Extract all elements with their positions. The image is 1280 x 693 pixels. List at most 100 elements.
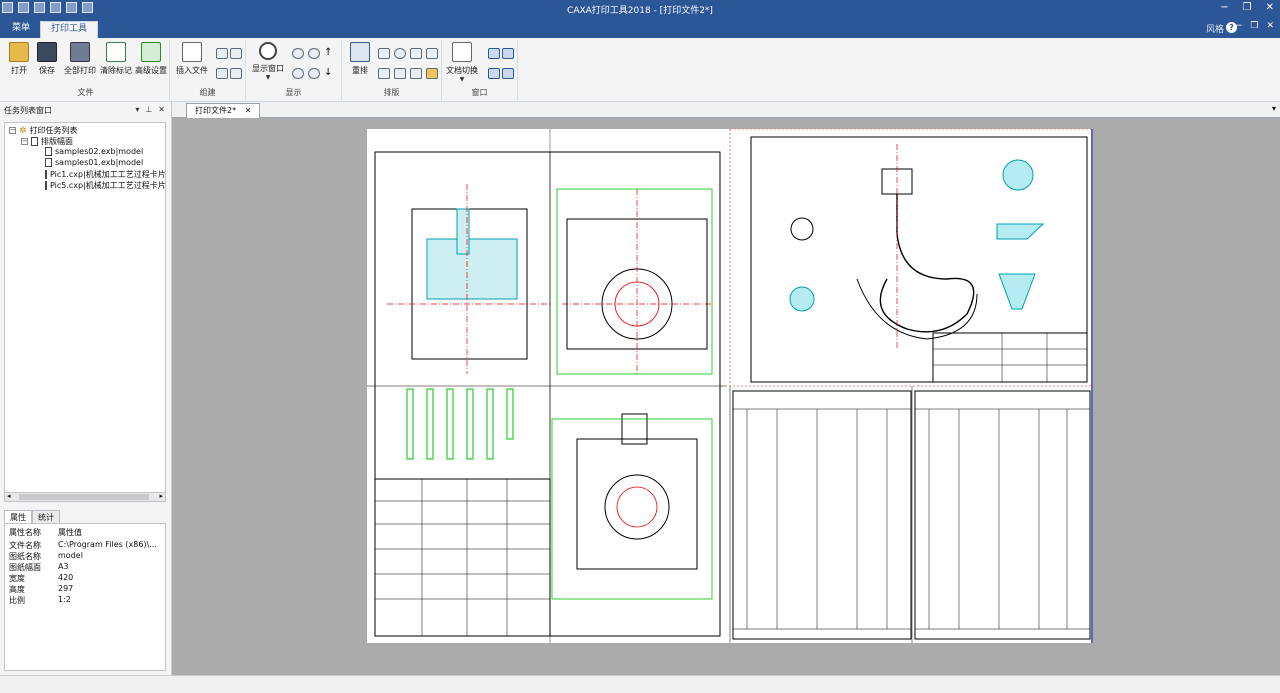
- cascade-icon[interactable]: [488, 48, 500, 59]
- print-sheet[interactable]: [367, 128, 1093, 643]
- ribbon: 打开 保存 全部打印 清除标记 高级设置 文件 插入文件 组建 显示窗口 ▼ ↑…: [0, 38, 1280, 102]
- pan-icon[interactable]: [292, 48, 304, 59]
- tree-item[interactable]: samples01.exb|model: [45, 158, 143, 167]
- task-list-icon: ✲: [19, 125, 27, 136]
- minimize-button[interactable]: −: [1220, 2, 1228, 13]
- advanced-settings-button[interactable]: 高级设置: [132, 42, 170, 76]
- property-row[interactable]: 图纸名称 model: [5, 551, 165, 562]
- tree-layout-node[interactable]: − 排版幅面: [21, 136, 73, 147]
- property-row[interactable]: 宽度 420: [5, 573, 165, 584]
- property-row[interactable]: 图纸幅面 A3: [5, 562, 165, 573]
- group-display: 显示窗口 ▼ ↑ ↓ 显示: [246, 40, 342, 100]
- tile-vertical-icon[interactable]: [502, 68, 514, 79]
- file-icon: [45, 170, 47, 179]
- copy-icon[interactable]: [216, 48, 228, 59]
- window-controls: − ❐ ✕: [1220, 2, 1274, 13]
- rotate-icon[interactable]: [216, 68, 228, 79]
- layout-doc-icon: [31, 137, 38, 146]
- collapse-icon[interactable]: −: [21, 138, 28, 145]
- chevron-down-icon: ▼: [459, 76, 465, 83]
- doc-restore-button[interactable]: ❐: [1250, 21, 1258, 31]
- panel-tabs: 属性 统计: [4, 510, 60, 524]
- tab-close-icon[interactable]: ✕: [245, 106, 252, 115]
- move-icon[interactable]: [378, 48, 390, 59]
- window-title: CAXA打印工具2018 - [打印文件2*]: [567, 6, 713, 16]
- panel-menu-icon[interactable]: ▾: [135, 105, 139, 114]
- display-window-button[interactable]: 显示窗口 ▼: [250, 42, 286, 81]
- scroll-thumb[interactable]: [19, 494, 149, 500]
- property-row[interactable]: 文件名称 C:\Program Files (x86)\...: [5, 540, 165, 551]
- flip-icon[interactable]: [410, 48, 422, 59]
- tab-properties[interactable]: 属性: [4, 510, 32, 524]
- group-title-display: 显示: [285, 88, 302, 97]
- link-icon[interactable]: [426, 48, 438, 59]
- document-window-controls: − ❐ ✕: [1235, 21, 1274, 31]
- color-icon[interactable]: [426, 68, 438, 79]
- settings-check-icon: [141, 42, 161, 62]
- stack-icon[interactable]: [378, 68, 390, 79]
- task-list-panel: 任务列表窗口 ▾ ⊥ ✕ − ✲ 打印任务列表 − 排版幅面 samples02…: [0, 102, 172, 675]
- panel-close-icon[interactable]: ✕: [158, 105, 165, 114]
- hook-drawing: [729, 128, 1093, 387]
- tree-item[interactable]: Pic5.cxp|机械加工工艺过程卡片: [45, 180, 165, 191]
- document-tab-bar: 打印文件2* ✕ ▾: [172, 102, 1280, 118]
- close-button[interactable]: ✕: [1266, 2, 1274, 13]
- group-title-arrange: 排版: [383, 88, 400, 97]
- arrow-up-icon[interactable]: ↑: [324, 48, 336, 59]
- chevron-down-icon: ▼: [265, 74, 271, 81]
- insert-file-button[interactable]: 插入文件: [174, 42, 210, 76]
- rotate-page-icon[interactable]: [394, 48, 406, 59]
- scroll-right-icon[interactable]: ▸: [159, 492, 163, 500]
- rearrange-button[interactable]: 重排: [346, 42, 374, 76]
- tab-menu[interactable]: 菜单: [2, 21, 40, 38]
- title-bar: CAXA打印工具2018 - [打印文件2*] − ❐ ✕: [0, 0, 1280, 18]
- restore-button[interactable]: ❐: [1243, 2, 1252, 13]
- file-icon: [45, 181, 47, 190]
- group-build: 插入文件 组建: [170, 40, 246, 100]
- doc-close-button[interactable]: ✕: [1266, 21, 1274, 31]
- tree-hscrollbar[interactable]: ◂ ▸: [4, 492, 166, 502]
- zoom-out-icon[interactable]: [308, 68, 320, 79]
- doc-switch-button[interactable]: 文档切换 ▼: [444, 42, 480, 83]
- page-icon[interactable]: [410, 68, 422, 79]
- insert-file-icon: [182, 42, 202, 62]
- status-bar: [0, 675, 1280, 693]
- task-tree: − ✲ 打印任务列表 − 排版幅面 samples02.exb|model sa…: [4, 122, 166, 494]
- rearrange-icon: [350, 42, 370, 62]
- layout-icon[interactable]: [394, 68, 406, 79]
- zoom-window-icon[interactable]: [292, 68, 304, 79]
- tab-statistics[interactable]: 统计: [32, 510, 60, 524]
- arrow-down-icon[interactable]: ↓: [324, 68, 336, 79]
- tab-print-tool[interactable]: 打印工具: [40, 21, 99, 38]
- pin-icon[interactable]: ⊥: [145, 105, 152, 114]
- property-row[interactable]: 比例 1:2: [5, 595, 165, 606]
- zoom-in-icon[interactable]: [308, 48, 320, 59]
- doc-switch-icon: [452, 42, 472, 62]
- checklist-icon: [106, 42, 126, 62]
- group-file: 打开 保存 全部打印 清除标记 高级设置 文件: [2, 40, 170, 100]
- floppy-icon: [37, 42, 57, 62]
- assembly-drawing: [367, 129, 727, 643]
- tree-item[interactable]: samples02.exb|model: [45, 147, 143, 156]
- grid-icon[interactable]: [230, 48, 242, 59]
- file-icon: [45, 147, 52, 156]
- group-title-file: 文件: [77, 88, 94, 97]
- collapse-icon[interactable]: −: [9, 127, 16, 134]
- scroll-left-icon[interactable]: ◂: [7, 492, 11, 500]
- tile-horizontal-icon[interactable]: [502, 48, 514, 59]
- group-title-window: 窗口: [471, 88, 488, 97]
- file-icon: [45, 158, 52, 167]
- print-small-icon[interactable]: [230, 68, 242, 79]
- tab-list-icon[interactable]: ▾: [1272, 104, 1276, 113]
- tree-item[interactable]: Pic1.cxp|机械加工工艺过程卡片: [45, 169, 165, 180]
- clear-marks-button[interactable]: 清除标记: [98, 42, 134, 76]
- property-row[interactable]: 高度 297: [5, 584, 165, 595]
- print-all-button[interactable]: 全部打印: [60, 42, 100, 76]
- open-button[interactable]: 打开: [6, 42, 32, 76]
- document-tab[interactable]: 打印文件2* ✕: [186, 103, 261, 118]
- style-menu[interactable]: 风格: [1206, 22, 1224, 35]
- save-button[interactable]: 保存: [34, 42, 60, 76]
- doc-minimize-button[interactable]: −: [1235, 21, 1243, 31]
- tree-root[interactable]: − ✲ 打印任务列表: [9, 125, 78, 136]
- arrange-icon[interactable]: [488, 68, 500, 79]
